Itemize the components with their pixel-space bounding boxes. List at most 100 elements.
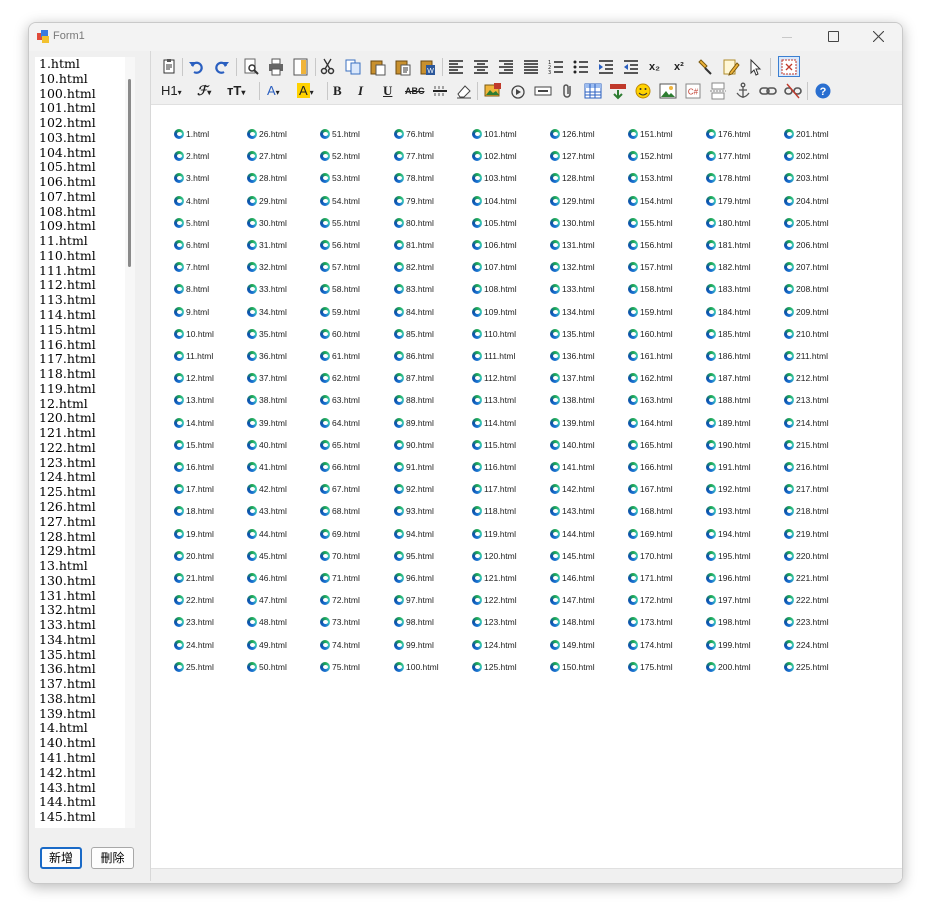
file-link[interactable]: 52.html xyxy=(320,149,360,163)
file-link[interactable]: 20.html xyxy=(174,549,214,563)
file-link[interactable]: 88.html xyxy=(394,393,434,407)
select-pointer-icon[interactable] xyxy=(747,58,765,76)
file-link[interactable]: 38.html xyxy=(247,393,287,407)
file-link[interactable]: 155.html xyxy=(628,216,673,230)
file-link[interactable]: 7.html xyxy=(174,260,209,274)
file-link[interactable]: 137.html xyxy=(550,371,595,385)
file-link[interactable]: 42.html xyxy=(247,482,287,496)
cut-icon[interactable] xyxy=(319,58,337,76)
file-link[interactable]: 72.html xyxy=(320,593,360,607)
file-link[interactable]: 64.html xyxy=(320,416,360,430)
file-link[interactable]: 48.html xyxy=(247,615,287,629)
file-link[interactable]: 39.html xyxy=(247,416,287,430)
file-link[interactable]: 26.html xyxy=(247,127,287,141)
list-item[interactable]: 137.html xyxy=(35,676,135,692)
list-item[interactable]: 106.html xyxy=(35,174,135,190)
file-link[interactable]: 167.html xyxy=(628,482,673,496)
file-link[interactable]: 184.html xyxy=(706,305,751,319)
list-item[interactable]: 13.html xyxy=(35,558,135,574)
file-link[interactable]: 112.html xyxy=(472,371,516,385)
outdent-icon[interactable] xyxy=(622,58,640,76)
add-button[interactable]: 新增 xyxy=(40,847,82,869)
show-borders-button[interactable] xyxy=(778,56,800,77)
title-bar[interactable]: Form1 xyxy=(29,23,902,51)
list-item[interactable]: 134.html xyxy=(35,632,135,648)
delete-button[interactable]: 刪除 xyxy=(91,847,134,869)
file-link[interactable]: 194.html xyxy=(706,527,751,541)
list-item[interactable]: 102.html xyxy=(35,115,135,131)
list-item[interactable]: 100.html xyxy=(35,86,135,102)
file-link[interactable]: 200.html xyxy=(706,660,751,674)
file-link[interactable]: 81.html xyxy=(394,238,434,252)
emoticon-icon[interactable] xyxy=(634,82,652,100)
strikethrough-button[interactable]: ABC xyxy=(405,82,425,100)
file-link[interactable]: 100.html xyxy=(394,660,439,674)
align-center-icon[interactable] xyxy=(472,58,490,76)
list-item[interactable]: 141.html xyxy=(35,750,135,766)
file-link[interactable]: 12.html xyxy=(174,371,214,385)
file-link[interactable]: 192.html xyxy=(706,482,751,496)
file-link[interactable]: 193.html xyxy=(706,504,751,518)
file-link[interactable]: 94.html xyxy=(394,527,434,541)
file-link[interactable]: 186.html xyxy=(706,349,751,363)
file-link[interactable]: 30.html xyxy=(247,216,287,230)
paste-icon[interactable] xyxy=(369,58,387,76)
file-link[interactable]: 208.html xyxy=(784,282,829,296)
list-item[interactable]: 124.html xyxy=(35,470,135,485)
insert-link-icon[interactable] xyxy=(759,82,777,100)
list-item[interactable]: 107.html xyxy=(35,189,135,205)
file-link[interactable]: 154.html xyxy=(628,194,673,208)
file-link[interactable]: 70.html xyxy=(320,549,360,563)
subscript-button[interactable]: x₂ xyxy=(649,58,660,76)
file-link[interactable]: 32.html xyxy=(247,260,287,274)
file-link[interactable]: 117.html xyxy=(472,482,516,496)
file-link[interactable]: 28.html xyxy=(247,171,287,185)
list-item[interactable]: 125.html xyxy=(35,484,135,500)
file-link[interactable]: 212.html xyxy=(784,371,829,385)
file-listbox[interactable]: 1.html 10.html 100.html 101.html 102.html 103… xyxy=(35,57,135,828)
file-link[interactable]: 105.html xyxy=(472,216,517,230)
file-link[interactable]: 188.html xyxy=(706,393,751,407)
file-link[interactable]: 56.html xyxy=(320,238,360,252)
file-link[interactable]: 130.html xyxy=(550,216,595,230)
file-link[interactable]: 76.html xyxy=(394,127,434,141)
file-link[interactable]: 8.html xyxy=(174,282,209,296)
list-item[interactable]: 129.html xyxy=(35,543,135,559)
file-link[interactable]: 203.html xyxy=(784,171,829,185)
file-link[interactable]: 99.html xyxy=(394,638,434,652)
file-link[interactable]: 127.html xyxy=(550,149,595,163)
file-link[interactable]: 219.html xyxy=(784,527,829,541)
file-link[interactable]: 77.html xyxy=(394,149,434,163)
editor-horizontal-scrollbar[interactable] xyxy=(151,868,902,881)
file-link[interactable]: 149.html xyxy=(550,638,595,652)
file-link[interactable]: 111.html xyxy=(472,349,515,363)
file-link[interactable]: 168.html xyxy=(628,504,673,518)
file-link[interactable]: 169.html xyxy=(628,527,673,541)
file-link[interactable]: 62.html xyxy=(320,371,360,385)
list-item[interactable]: 145.html xyxy=(35,809,135,825)
file-link[interactable]: 187.html xyxy=(706,371,751,385)
file-link[interactable]: 123.html xyxy=(472,615,517,629)
file-link[interactable]: 151.html xyxy=(628,127,673,141)
list-item[interactable]: 140.html xyxy=(35,735,135,751)
insert-code-icon[interactable]: C# xyxy=(684,82,702,100)
file-link[interactable]: 199.html xyxy=(706,638,751,652)
file-link[interactable]: 204.html xyxy=(784,194,829,208)
list-item[interactable]: 116.html xyxy=(35,337,135,353)
file-link[interactable]: 120.html xyxy=(472,549,517,563)
font-color-dropdown[interactable]: A▾ xyxy=(267,82,280,102)
file-link[interactable]: 63.html xyxy=(320,393,360,407)
list-item[interactable]: 108.html xyxy=(35,204,135,220)
file-link[interactable]: 146.html xyxy=(550,571,595,585)
file-link[interactable]: 103.html xyxy=(472,171,517,185)
page-setup-icon[interactable] xyxy=(292,58,310,76)
file-link[interactable]: 54.html xyxy=(320,194,360,208)
anchor-icon[interactable] xyxy=(734,82,752,100)
insert-table-icon[interactable] xyxy=(584,82,602,100)
file-link[interactable]: 59.html xyxy=(320,305,360,319)
file-link[interactable]: 178.html xyxy=(706,171,751,185)
file-link[interactable]: 67.html xyxy=(320,482,360,496)
file-link[interactable]: 22.html xyxy=(174,593,214,607)
file-link[interactable]: 66.html xyxy=(320,460,360,474)
heading-dropdown[interactable]: H1▾ xyxy=(161,82,182,102)
